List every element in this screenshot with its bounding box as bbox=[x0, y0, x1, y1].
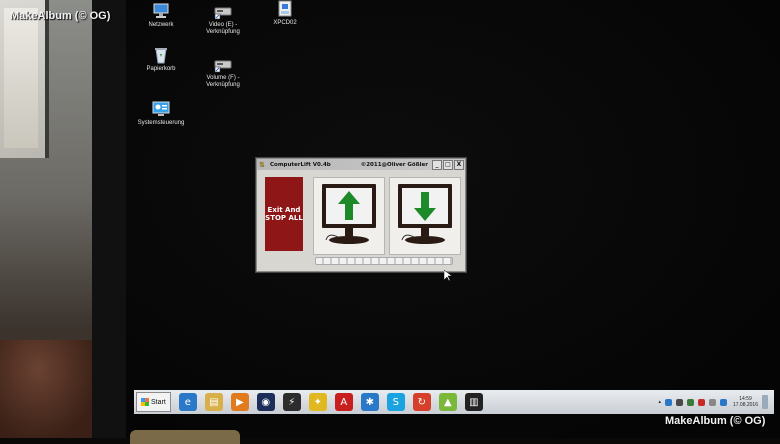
windows-flag-icon bbox=[141, 398, 149, 406]
monitor-down-arrow-icon bbox=[398, 184, 452, 244]
picture-frame bbox=[0, 0, 49, 158]
ie-icon[interactable]: e bbox=[178, 393, 197, 411]
drive-shortcut-icon bbox=[213, 2, 233, 20]
upload-button[interactable] bbox=[313, 177, 385, 255]
exit-stop-all-button[interactable]: Exit And STOP ALL bbox=[265, 177, 303, 251]
monitor-up-arrow-icon bbox=[322, 184, 376, 244]
show-desktop-button[interactable] bbox=[762, 395, 768, 409]
desktop-icon-xpcd02[interactable]: XPCD02 bbox=[255, 0, 315, 27]
avira-icon[interactable]: A bbox=[334, 393, 353, 411]
tray-app-icon[interactable] bbox=[719, 398, 727, 406]
desktop-icon-recycle-bin[interactable]: Papierkorb bbox=[131, 46, 191, 73]
equalizer-icon[interactable]: ▥ bbox=[464, 393, 483, 411]
media-player-icon[interactable]: ▶ bbox=[230, 393, 249, 411]
tray-app-icon[interactable] bbox=[686, 398, 694, 406]
computerlift-window[interactable]: ⇅ ComputerLift V0.4b ©2011@Oliver Gößler… bbox=[256, 158, 466, 272]
network-icon bbox=[151, 2, 171, 20]
app-logo-icon: ⇅ bbox=[259, 160, 265, 169]
mouse-cursor-icon bbox=[443, 269, 453, 285]
skype-icon[interactable]: S bbox=[386, 393, 405, 411]
monitor-bezel bbox=[92, 0, 126, 438]
tray-app-icon[interactable] bbox=[675, 398, 683, 406]
network-app-icon[interactable]: ✱ bbox=[360, 393, 379, 411]
watermark-top: MakeAlbum (© OG) bbox=[10, 10, 111, 22]
sync-icon[interactable]: ↻ bbox=[412, 393, 431, 411]
desktop-icon-network[interactable]: Netzwerk bbox=[131, 2, 191, 29]
tray-app-icon[interactable] bbox=[708, 398, 716, 406]
executable-icon bbox=[275, 0, 295, 18]
eye-icon[interactable]: ◉ bbox=[256, 393, 275, 411]
window-titlebar[interactable]: ⇅ ComputerLift V0.4b ©2011@Oliver Gößler… bbox=[257, 159, 465, 170]
drive-shortcut-icon bbox=[213, 55, 233, 73]
room-background bbox=[0, 0, 100, 438]
system-tray: ▴ 14:59 17.08.2016 bbox=[658, 392, 768, 412]
monitor-stand bbox=[130, 430, 240, 444]
tray-clock[interactable]: 14:59 17.08.2016 bbox=[733, 396, 758, 408]
desktop-icon-control-panel[interactable]: Systemsteuerung bbox=[131, 100, 191, 127]
recycle-bin-icon bbox=[151, 46, 171, 64]
maximize-button[interactable]: □ bbox=[443, 159, 453, 170]
desktop-icon-volume-f[interactable]: Volume (F) - Verknüpfung bbox=[193, 55, 253, 89]
taskbar: Start e ▤ ▶ ◉ ⚡ ✦ A ✱ S ↻ ▲ ▥ ▴ 14:59 17.08.2016 bbox=[134, 390, 774, 414]
progress-bar bbox=[315, 257, 453, 265]
couch bbox=[0, 340, 96, 438]
start-button[interactable]: Start bbox=[136, 392, 171, 412]
power-icon[interactable]: ⚡ bbox=[282, 393, 301, 411]
watermark-bottom: MakeAlbum (© OG) bbox=[665, 415, 766, 427]
explorer-icon[interactable]: ▤ bbox=[204, 393, 223, 411]
window-title: ComputerLift V0.4b bbox=[270, 161, 331, 168]
control-panel-icon bbox=[151, 100, 171, 118]
android-icon[interactable]: ▲ bbox=[438, 393, 457, 411]
tray-app-icon[interactable] bbox=[664, 398, 672, 406]
tray-app-icon[interactable] bbox=[697, 398, 705, 406]
close-button[interactable]: X bbox=[454, 159, 464, 170]
desktop-icon-video-e[interactable]: Video (E) - Verknüpfung bbox=[193, 2, 253, 36]
download-button[interactable] bbox=[389, 177, 461, 255]
minimize-button[interactable]: _ bbox=[432, 159, 442, 170]
taskbar-apps: e ▤ ▶ ◉ ⚡ ✦ A ✱ S ↻ ▲ ▥ bbox=[171, 393, 483, 411]
puzzle-icon[interactable]: ✦ bbox=[308, 393, 327, 411]
window-copyright: ©2011@Oliver Gößler bbox=[360, 161, 428, 168]
